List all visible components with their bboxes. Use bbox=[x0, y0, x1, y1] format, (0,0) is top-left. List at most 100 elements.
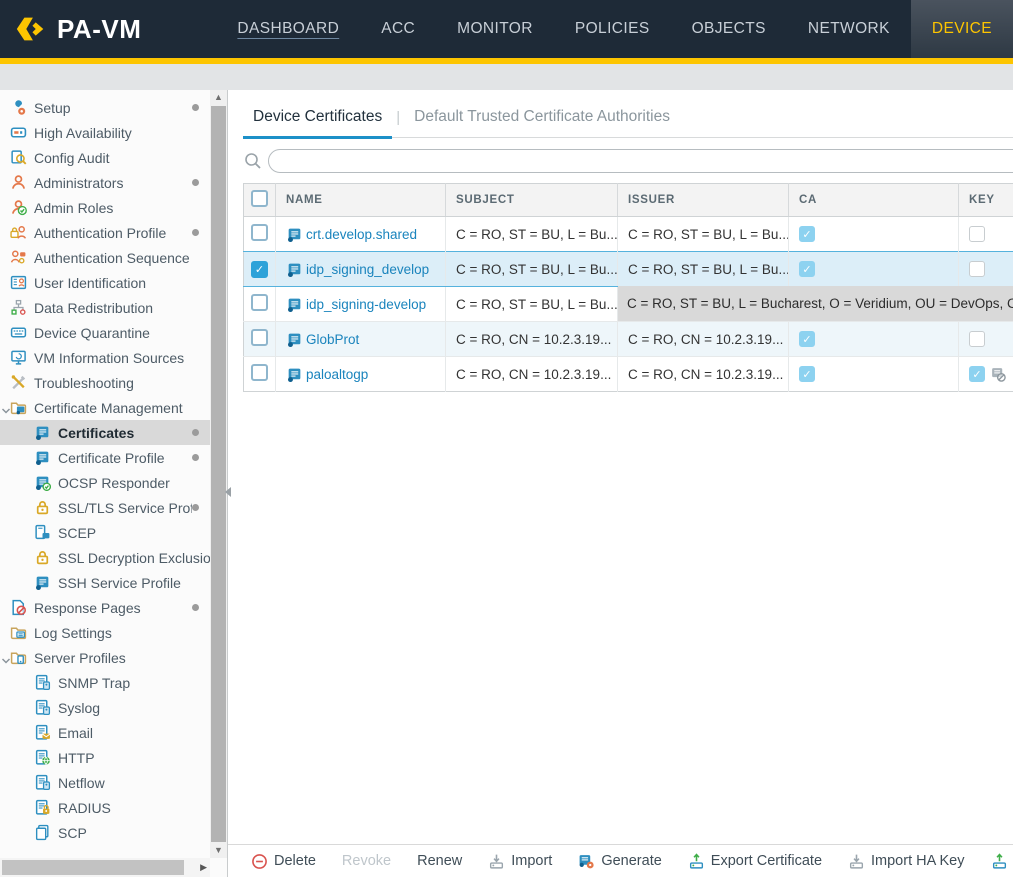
sidebar-item-setup[interactable]: Setup bbox=[0, 95, 210, 120]
row-checkbox[interactable] bbox=[251, 329, 268, 346]
sidebar-item-admin-roles[interactable]: Admin Roles bbox=[0, 195, 210, 220]
column-header-issuer[interactable]: ISSUER bbox=[618, 184, 789, 217]
key-checkbox[interactable] bbox=[969, 331, 985, 347]
row-checkbox[interactable] bbox=[251, 294, 268, 311]
sidebar-item-email[interactable]: Email bbox=[0, 720, 210, 745]
sidebar-item-label: Certificates bbox=[58, 425, 134, 441]
folder-server-icon bbox=[10, 649, 27, 666]
sidebar-item-response-pages[interactable]: Response Pages bbox=[0, 595, 210, 620]
generate-button[interactable]: Generate bbox=[565, 853, 674, 870]
nav-item-device[interactable]: DEVICE bbox=[911, 0, 1013, 58]
certificate-name-link[interactable]: paloaltogp bbox=[306, 367, 368, 382]
sidebar-item-device-quarantine[interactable]: Device Quarantine bbox=[0, 320, 210, 345]
tab-default-trusted-certificate-authorities[interactable]: Default Trusted Certificate Authorities bbox=[404, 108, 680, 137]
network-icon bbox=[10, 299, 27, 316]
cert-icon bbox=[34, 424, 51, 441]
sidebar-item-server-profiles[interactable]: Server Profiles bbox=[0, 645, 210, 670]
sidebar-item-scp[interactable]: SCP bbox=[0, 820, 210, 845]
sidebar-item-label: Config Audit bbox=[34, 150, 110, 166]
sidebar-item-authentication-profile[interactable]: Authentication Profile bbox=[0, 220, 210, 245]
certificate-name-link[interactable]: crt.develop.shared bbox=[306, 227, 417, 242]
nav-item-objects[interactable]: OBJECTS bbox=[671, 0, 787, 58]
ca-checkbox[interactable]: ✓ bbox=[799, 366, 815, 382]
sidebar-item-http[interactable]: HTTP bbox=[0, 745, 210, 770]
sidebar-item-data-redistribution[interactable]: Data Redistribution bbox=[0, 295, 210, 320]
sidebar-item-ssl-tls-service-profile[interactable]: SSL/TLS Service Profile bbox=[0, 495, 210, 520]
sidebar-item-certificate-profile[interactable]: Certificate Profile bbox=[0, 445, 210, 470]
nav-item-dashboard[interactable]: DASHBOARD bbox=[216, 0, 360, 58]
import-button[interactable]: Import bbox=[475, 853, 565, 870]
sidebar-item-user-identification[interactable]: User Identification bbox=[0, 270, 210, 295]
nav-item-network[interactable]: NETWORK bbox=[787, 0, 911, 58]
search-input[interactable] bbox=[268, 149, 1013, 173]
import-icon bbox=[488, 853, 505, 870]
certificate-name-link[interactable]: idp_signing_develop bbox=[306, 262, 429, 277]
sidebar-item-vm-information-sources[interactable]: VM Information Sources bbox=[0, 345, 210, 370]
scroll-up-icon[interactable]: ▲ bbox=[210, 90, 227, 105]
issuer-cell: C = RO, ST = BU, L = Bu... bbox=[618, 217, 789, 252]
sidebar-item-syslog[interactable]: Syslog bbox=[0, 695, 210, 720]
sidebar-item-authentication-sequence[interactable]: Authentication Sequence bbox=[0, 245, 210, 270]
column-header-subject[interactable]: SUBJECT bbox=[446, 184, 618, 217]
tab-device-certificates[interactable]: Device Certificates bbox=[243, 108, 392, 137]
sidebar-item-label: Netflow bbox=[58, 775, 105, 791]
sidebar-item-label: Server Profiles bbox=[34, 650, 126, 666]
column-header-name[interactable]: NAME bbox=[276, 184, 446, 217]
key-checkbox[interactable] bbox=[969, 226, 985, 242]
scroll-right-icon[interactable]: ▶ bbox=[200, 858, 207, 877]
sidebar-item-config-audit[interactable]: Config Audit bbox=[0, 145, 210, 170]
certificate-name-link[interactable]: GlobProt bbox=[306, 332, 359, 347]
vertical-scroll-thumb[interactable] bbox=[211, 106, 226, 842]
sidebar-item-log-settings[interactable]: Log Settings bbox=[0, 620, 210, 645]
nav-item-policies[interactable]: POLICIES bbox=[554, 0, 671, 58]
sidebar-item-high-availability[interactable]: High Availability bbox=[0, 120, 210, 145]
sidebar-item-troubleshooting[interactable]: Troubleshooting bbox=[0, 370, 210, 395]
doc-lock-icon bbox=[34, 799, 51, 816]
sidebar-item-radius[interactable]: RADIUS bbox=[0, 795, 210, 820]
sidebar-collapse-handle[interactable] bbox=[223, 475, 232, 509]
nav-item-monitor[interactable]: MONITOR bbox=[436, 0, 554, 58]
delete-button[interactable]: Delete bbox=[238, 853, 329, 870]
certificate-name-link[interactable]: idp_signing-develop bbox=[306, 297, 426, 312]
key-checkbox[interactable] bbox=[969, 261, 985, 277]
sidebar-item-scep[interactable]: SCEP bbox=[0, 520, 210, 545]
sidebar-item-certificate-management[interactable]: Certificate Management bbox=[0, 395, 210, 420]
sidebar-item-ssh-service-profile[interactable]: SSH Service Profile bbox=[0, 570, 210, 595]
sidebar-item-administrators[interactable]: Administrators bbox=[0, 170, 210, 195]
export-button[interactable]: Export bbox=[978, 853, 1013, 870]
import-ha-key-button[interactable]: Import HA Key bbox=[835, 853, 977, 870]
revoke-button[interactable]: Revoke bbox=[329, 853, 404, 869]
ca-checkbox[interactable]: ✓ bbox=[799, 226, 815, 242]
issuer-expanded-overlay: C = RO, ST = BU, L = Bucharest, O = Veri… bbox=[618, 286, 1013, 321]
ca-checkbox[interactable]: ✓ bbox=[799, 331, 815, 347]
sidebar-vertical-scrollbar[interactable]: ▲ ▼ bbox=[210, 90, 227, 858]
export-certificate-button[interactable]: Export Certificate bbox=[675, 853, 835, 870]
chevron-expanded-icon[interactable] bbox=[1, 653, 11, 663]
ca-checkbox[interactable]: ✓ bbox=[799, 261, 815, 277]
row-checkbox[interactable] bbox=[251, 224, 268, 241]
select-all-checkbox[interactable] bbox=[251, 190, 268, 207]
horizontal-scroll-thumb[interactable] bbox=[2, 860, 184, 875]
sidebar-item-ssl-decryption-exclusio[interactable]: SSL Decryption Exclusio bbox=[0, 545, 210, 570]
table-header-row: NAMESUBJECTISSUERCAKEY bbox=[244, 184, 1013, 217]
sidebar-horizontal-scrollbar[interactable]: ▶ bbox=[0, 858, 210, 877]
row-checkbox[interactable] bbox=[251, 364, 268, 381]
subject-cell: C = RO, CN = 10.2.3.19... bbox=[446, 322, 618, 357]
renew-button[interactable]: Renew bbox=[404, 853, 475, 869]
column-header-ca[interactable]: CA bbox=[789, 184, 959, 217]
server-icon bbox=[34, 524, 51, 541]
sidebar-item-netflow[interactable]: Netflow bbox=[0, 770, 210, 795]
sidebar-item-label: Administrators bbox=[34, 175, 123, 191]
nav-item-acc[interactable]: ACC bbox=[360, 0, 436, 58]
key-checkbox[interactable]: ✓ bbox=[969, 366, 985, 382]
column-header-key[interactable]: KEY bbox=[959, 184, 1013, 217]
setup-icon bbox=[10, 99, 27, 116]
row-checkbox[interactable]: ✓ bbox=[251, 261, 268, 278]
sidebar-item-snmp-trap[interactable]: SNMP Trap bbox=[0, 670, 210, 695]
sidebar-item-ocsp-responder[interactable]: OCSP Responder bbox=[0, 470, 210, 495]
button-label: Generate bbox=[601, 853, 661, 869]
scroll-down-icon[interactable]: ▼ bbox=[210, 843, 227, 858]
sidebar-tree: SetupHigh Availability Config Audit Admini… bbox=[0, 95, 210, 858]
chevron-expanded-icon[interactable] bbox=[1, 403, 11, 413]
sidebar-item-certificates[interactable]: Certificates bbox=[0, 420, 210, 445]
